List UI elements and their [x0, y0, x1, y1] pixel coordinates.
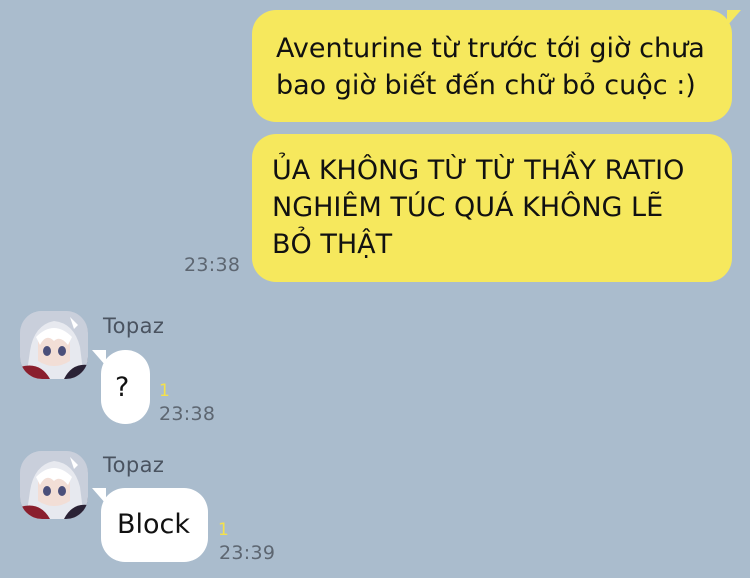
outgoing-message-bubble[interactable]: Aventurine từ trước tới giờ chưa bao giờ…	[252, 10, 741, 122]
incoming-message-bubble[interactable]: Block	[92, 488, 208, 562]
avatar[interactable]	[20, 311, 88, 379]
outgoing-message-bubble[interactable]: ỦA KHÔNG TỪ TỪ THẦY RATIO NGHIÊM TÚC QUÁ…	[252, 134, 732, 282]
message-text: ỦA KHÔNG TỪ TỪ THẦY RATIO NGHIÊM TÚC QUÁ…	[272, 155, 685, 260]
message-timestamp: 23:38	[184, 254, 241, 276]
incoming-message-bubble[interactable]: ?	[92, 350, 150, 424]
message-text: Block	[117, 509, 191, 540]
read-count: 1	[159, 381, 170, 401]
avatar-image	[20, 311, 88, 379]
sender-name: Topaz	[103, 453, 165, 477]
sender-name: Topaz	[103, 314, 165, 338]
message-timestamp: 23:38	[159, 403, 216, 425]
chat-view: Aventurine từ trước tới giờ chưa bao giờ…	[0, 0, 750, 578]
avatar[interactable]	[20, 451, 88, 519]
avatar-image	[20, 451, 88, 519]
message-timestamp: 23:39	[219, 542, 276, 564]
message-text: ?	[115, 372, 130, 403]
message-text: Aventurine từ trước tới giờ chưa bao giờ…	[276, 33, 705, 101]
read-count: 1	[218, 520, 229, 540]
